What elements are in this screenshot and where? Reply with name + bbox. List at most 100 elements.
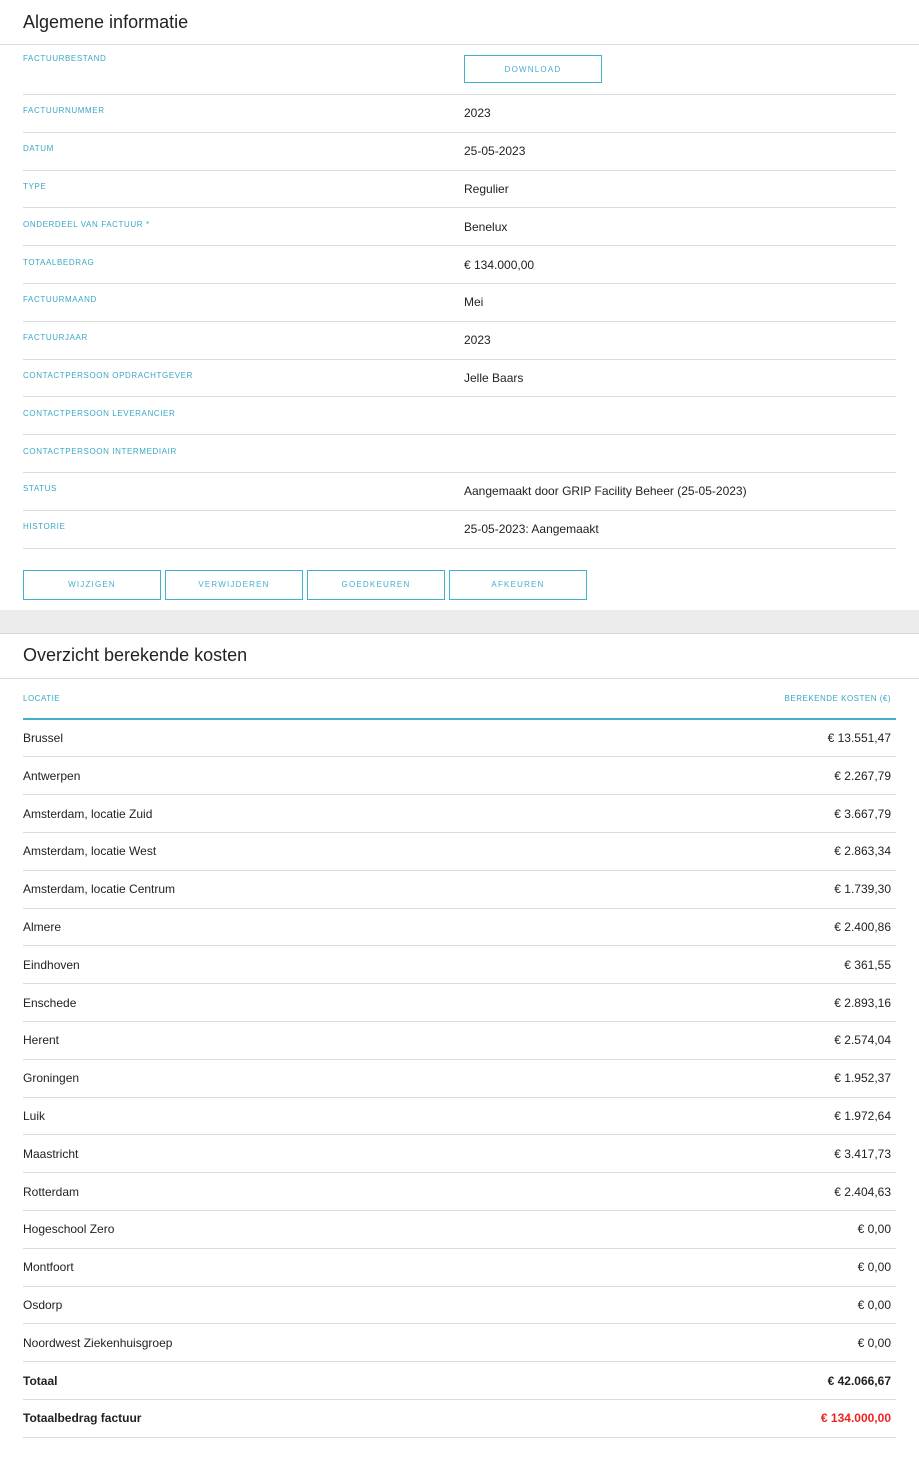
edit-button[interactable]: Wijzigen (23, 569, 161, 600)
info-value: Mei (464, 295, 484, 310)
cost-cell: € 13.551,47 (827, 730, 891, 745)
info-label: Historie (23, 522, 66, 532)
location-cell: Maastricht (23, 1146, 79, 1161)
table-row: Herent € 2.574,04 (23, 1022, 896, 1060)
reject-button[interactable]: Afkeuren (449, 569, 587, 600)
cost-cell: € 2.893,16 (834, 995, 891, 1010)
cost-cell: € 3.667,79 (834, 806, 891, 821)
table-row: Almere € 2.400,86 (23, 909, 896, 947)
location-cell: Rotterdam (23, 1184, 80, 1199)
location-cell: Osdorp (23, 1297, 63, 1312)
info-value: Benelux (464, 219, 508, 234)
cost-cell: € 0,00 (857, 1297, 891, 1312)
table-row: Groningen € 1.952,37 (23, 1060, 896, 1098)
cost-cell: € 1.952,37 (834, 1071, 891, 1086)
table-row: Noordwest Ziekenhuisgroep € 0,00 (23, 1324, 896, 1363)
info-row-history: Historie 25-05-2023: Aangemaakt (23, 511, 896, 549)
costs-card: Overzicht berekende kosten Locatie Berek… (0, 633, 919, 1438)
section-divider (0, 609, 919, 634)
table-row: Montfoort € 0,00 (23, 1249, 896, 1287)
info-row-invoice-year: Factuurjaar 2023 (23, 322, 896, 360)
info-row-status: Status Aangemaakt door GRIP Facility Beh… (23, 473, 896, 511)
table-row: Enschede € 2.893,16 (23, 984, 896, 1022)
total-label: Totaal (23, 1373, 58, 1388)
info-row-total-amount: Totaalbedrag € 134.000,00 (23, 246, 896, 284)
table-row: Luik € 1.972,64 (23, 1098, 896, 1136)
location-cell: Herent (23, 1033, 60, 1048)
table-row-total: Totaal € 42.066,67 (23, 1362, 896, 1400)
location-cell: Antwerpen (23, 768, 81, 783)
cost-cell: € 2.404,63 (834, 1184, 891, 1199)
download-button[interactable]: Download (464, 55, 602, 83)
location-cell: Eindhoven (23, 957, 80, 972)
total-value: € 42.066,67 (827, 1373, 891, 1388)
table-row: Eindhoven € 361,55 (23, 946, 896, 985)
info-row-contact-client: Contactpersoon opdrachtgever Jelle Baars (23, 360, 896, 398)
location-cell: Groningen (23, 1071, 80, 1086)
info-row-invoice-file: Factuurbestand Download (23, 45, 896, 95)
cost-cell: € 2.267,79 (834, 768, 891, 783)
delete-button[interactable]: Verwijderen (165, 569, 303, 600)
info-value: € 134.000,00 (464, 257, 535, 272)
info-row-type: Type Regulier (23, 171, 896, 209)
info-label: Totaalbedrag (23, 257, 95, 267)
cost-cell: € 1.739,30 (834, 882, 891, 897)
table-row: Amsterdam, locatie Zuid € 3.667,79 (23, 795, 896, 833)
column-header-cost[interactable]: Berekende kosten (€) (785, 694, 891, 703)
cost-cell: € 3.417,73 (834, 1146, 891, 1161)
cost-cell: € 361,55 (844, 957, 891, 972)
location-cell: Luik (23, 1108, 46, 1123)
table-row-invoice-total: Totaalbedrag factuur € 134.000,00 (23, 1400, 896, 1438)
cost-cell: € 0,00 (857, 1335, 891, 1350)
location-cell: Enschede (23, 995, 77, 1010)
action-bar: Wijzigen Verwijderen Goedkeuren Afkeuren (0, 549, 919, 600)
general-info-card: Algemene informatie Factuurbestand Downl… (0, 0, 919, 600)
info-label: Contactpersoon intermediair (23, 446, 177, 456)
info-label: Contactpersoon opdrachtgever (23, 370, 193, 380)
cost-cell: € 2.400,86 (834, 919, 891, 934)
approve-button[interactable]: Goedkeuren (307, 569, 445, 600)
cost-cell: € 0,00 (857, 1222, 891, 1237)
location-cell: Amsterdam, locatie West (23, 844, 157, 859)
table-body: Brussel € 13.551,47 Antwerpen € 2.267,79 Ams… (23, 720, 896, 1363)
info-value: 2023 (464, 106, 491, 121)
location-cell: Hogeschool Zero (23, 1222, 115, 1237)
table-row: Hogeschool Zero € 0,00 (23, 1211, 896, 1249)
info-label: Factuurbestand (23, 54, 107, 63)
info-value: 2023 (464, 333, 491, 348)
table-row: Antwerpen € 2.267,79 (23, 757, 896, 796)
info-row-invoice-month: Factuurmaand Mei (23, 284, 896, 322)
location-cell: Noordwest Ziekenhuisgroep (23, 1335, 173, 1350)
location-cell: Almere (23, 919, 62, 934)
info-label: Factuurmaand (23, 295, 97, 305)
invoice-total-value: € 134.000,00 (820, 1411, 891, 1426)
info-label: Contactpersoon leverancier (23, 408, 176, 418)
info-row-invoice-part: Onderdeel van factuur * Benelux (23, 208, 896, 247)
info-label: Factuurnummer (23, 106, 105, 116)
info-value: Jelle Baars (464, 370, 524, 385)
column-header-location[interactable]: Locatie (23, 694, 60, 703)
cost-cell: € 0,00 (857, 1260, 891, 1275)
info-row-invoice-number: Factuurnummer 2023 (23, 95, 896, 133)
info-label: Datum (23, 144, 54, 154)
table-row: Maastricht € 3.417,73 (23, 1135, 896, 1174)
location-cell: Montfoort (23, 1260, 74, 1275)
general-info-title: Algemene informatie (0, 0, 919, 45)
cost-cell: € 1.972,64 (834, 1108, 891, 1123)
table-row: Brussel € 13.551,47 (23, 720, 896, 758)
table-row: Amsterdam, locatie Centrum € 1.739,30 (23, 871, 896, 909)
table-header: Locatie Berekende kosten (€) (23, 679, 896, 720)
table-row: Osdorp € 0,00 (23, 1287, 896, 1325)
info-value: 25-05-2023: Aangemaakt (464, 522, 599, 537)
costs-title: Overzicht berekende kosten (0, 634, 919, 679)
info-value: Aangemaakt door GRIP Facility Beheer (25… (464, 484, 747, 499)
location-cell: Brussel (23, 730, 64, 745)
table-row: Amsterdam, locatie West € 2.863,34 (23, 833, 896, 871)
info-row-contact-supplier: Contactpersoon leverancier (23, 397, 896, 436)
info-row-date: Datum 25-05-2023 (23, 133, 896, 171)
info-label: Type (23, 181, 47, 191)
cost-cell: € 2.574,04 (834, 1033, 891, 1048)
info-value: Regulier (464, 181, 509, 196)
info-label: Status (23, 484, 57, 494)
info-value: 25-05-2023 (464, 144, 526, 159)
